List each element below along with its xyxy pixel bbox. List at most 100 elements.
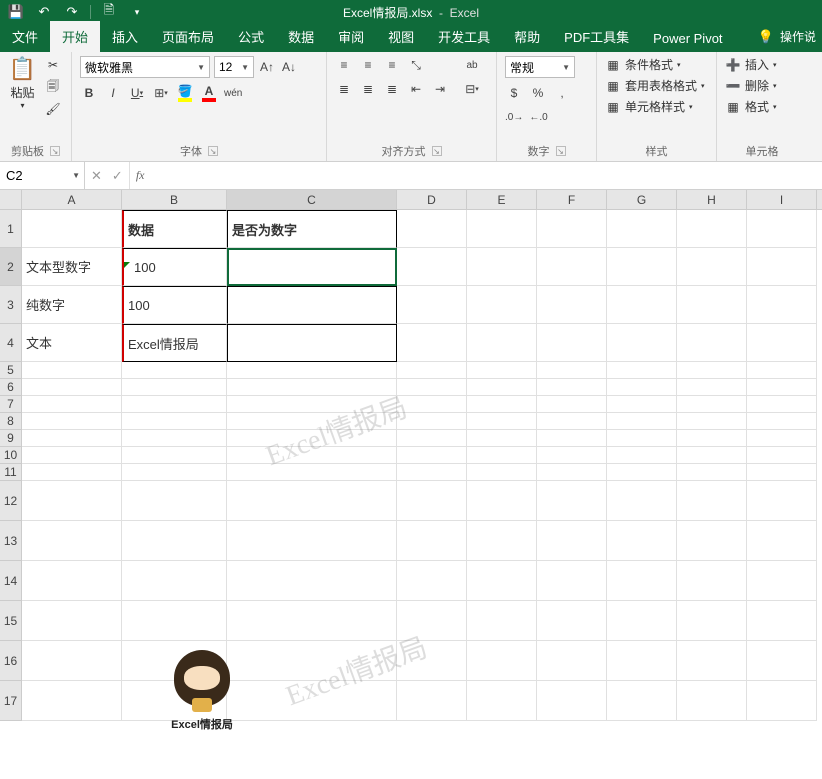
row-header-11[interactable]: 11	[0, 464, 22, 481]
row-header-10[interactable]: 10	[0, 447, 22, 464]
cell-B2[interactable]: 100	[122, 248, 227, 286]
col-header-D[interactable]: D	[397, 190, 467, 209]
cell-A12[interactable]	[22, 481, 122, 521]
cell-D2[interactable]	[397, 248, 467, 286]
cell-H14[interactable]	[677, 561, 747, 601]
col-header-B[interactable]: B	[122, 190, 227, 209]
cell-F5[interactable]	[537, 362, 607, 379]
cell-H6[interactable]	[677, 379, 747, 396]
cell-G13[interactable]	[607, 521, 677, 561]
chevron-down-icon[interactable]: ▼	[237, 63, 249, 72]
enter-formula-icon[interactable]: ✓	[112, 168, 123, 184]
row-header-14[interactable]: 14	[0, 561, 22, 601]
cell-C13[interactable]	[227, 521, 397, 561]
cell-D7[interactable]	[397, 396, 467, 413]
cell-E11[interactable]	[467, 464, 537, 481]
cell-F15[interactable]	[537, 601, 607, 641]
cell-G17[interactable]	[607, 681, 677, 721]
cell-I3[interactable]	[747, 286, 817, 324]
row-header-13[interactable]: 13	[0, 521, 22, 561]
row-header-15[interactable]: 15	[0, 601, 22, 641]
cell-I14[interactable]	[747, 561, 817, 601]
cell-I2[interactable]	[747, 248, 817, 286]
cell-F13[interactable]	[537, 521, 607, 561]
cell-C17[interactable]	[227, 681, 397, 721]
cell-D3[interactable]	[397, 286, 467, 324]
cell-E15[interactable]	[467, 601, 537, 641]
cell-B6[interactable]	[122, 379, 227, 396]
col-header-A[interactable]: A	[22, 190, 122, 209]
cell-C4[interactable]	[227, 324, 397, 362]
increase-font-button[interactable]: A↑	[258, 58, 276, 76]
cell-F4[interactable]	[537, 324, 607, 362]
copy-button[interactable]: 🗐	[43, 78, 63, 96]
cell-C8[interactable]	[227, 413, 397, 430]
name-box[interactable]: ▼	[0, 162, 85, 189]
cell-D4[interactable]	[397, 324, 467, 362]
cell-A17[interactable]	[22, 681, 122, 721]
col-header-G[interactable]: G	[607, 190, 677, 209]
tab-insert[interactable]: 插入	[100, 21, 150, 52]
cell-C15[interactable]	[227, 601, 397, 641]
cell-B16[interactable]	[122, 641, 227, 681]
tab-pdf-tools[interactable]: PDF工具集	[552, 21, 641, 52]
cell-A5[interactable]	[22, 362, 122, 379]
cell-C12[interactable]	[227, 481, 397, 521]
cell-I7[interactable]	[747, 396, 817, 413]
cell-D6[interactable]	[397, 379, 467, 396]
cell-H5[interactable]	[677, 362, 747, 379]
cell-H17[interactable]	[677, 681, 747, 721]
cell-B8[interactable]	[122, 413, 227, 430]
cell-A11[interactable]	[22, 464, 122, 481]
cut-button[interactable]: ✂	[43, 56, 63, 74]
cell-C1[interactable]: 是否为数字	[227, 210, 397, 248]
cell-C11[interactable]	[227, 464, 397, 481]
cell-G6[interactable]	[607, 379, 677, 396]
formula-input[interactable]	[150, 162, 822, 189]
cell-E13[interactable]	[467, 521, 537, 561]
comma-format-button[interactable]: ,	[553, 84, 571, 102]
row-header-4[interactable]: 4	[0, 324, 22, 362]
col-header-I[interactable]: I	[747, 190, 817, 209]
cell-D8[interactable]	[397, 413, 467, 430]
cell-B15[interactable]	[122, 601, 227, 641]
chevron-down-icon[interactable]: ▼	[68, 171, 80, 180]
bold-button[interactable]: B	[80, 84, 98, 102]
tab-power-pivot[interactable]: Power Pivot	[641, 25, 734, 52]
row-header-2[interactable]: 2	[0, 248, 22, 286]
row-header-16[interactable]: 16	[0, 641, 22, 681]
select-all-corner[interactable]	[0, 190, 22, 209]
tab-formulas[interactable]: 公式	[226, 21, 276, 52]
cell-I15[interactable]	[747, 601, 817, 641]
decrease-indent-button[interactable]: ⇤	[407, 80, 425, 98]
number-format-input[interactable]	[510, 60, 558, 74]
cell-I4[interactable]	[747, 324, 817, 362]
font-size-input[interactable]	[219, 60, 237, 74]
cell-A8[interactable]	[22, 413, 122, 430]
cell-B7[interactable]	[122, 396, 227, 413]
cell-E12[interactable]	[467, 481, 537, 521]
increase-decimal-button[interactable]: .0→	[505, 108, 523, 126]
cell-G2[interactable]	[607, 248, 677, 286]
col-header-H[interactable]: H	[677, 190, 747, 209]
conditional-formatting-button[interactable]: ▦ 条件格式▾	[605, 56, 708, 73]
cell-C9[interactable]	[227, 430, 397, 447]
cell-G9[interactable]	[607, 430, 677, 447]
italic-button[interactable]: I	[104, 84, 122, 102]
cell-B5[interactable]	[122, 362, 227, 379]
tab-help[interactable]: 帮助	[502, 21, 552, 52]
cell-A4[interactable]: 文本	[22, 324, 122, 362]
tab-view[interactable]: 视图	[376, 21, 426, 52]
cell-B3[interactable]: 100	[122, 286, 227, 324]
cell-D17[interactable]	[397, 681, 467, 721]
cell-A16[interactable]	[22, 641, 122, 681]
col-header-C[interactable]: C	[227, 190, 397, 209]
cell-H1[interactable]	[677, 210, 747, 248]
font-name-combo[interactable]: ▼	[80, 56, 210, 78]
cell-A10[interactable]	[22, 447, 122, 464]
cell-H3[interactable]	[677, 286, 747, 324]
cell-D13[interactable]	[397, 521, 467, 561]
insert-cells-button[interactable]: ➕ 插入▾	[725, 56, 799, 73]
cell-I11[interactable]	[747, 464, 817, 481]
format-cells-button[interactable]: ▦ 格式▾	[725, 98, 799, 115]
